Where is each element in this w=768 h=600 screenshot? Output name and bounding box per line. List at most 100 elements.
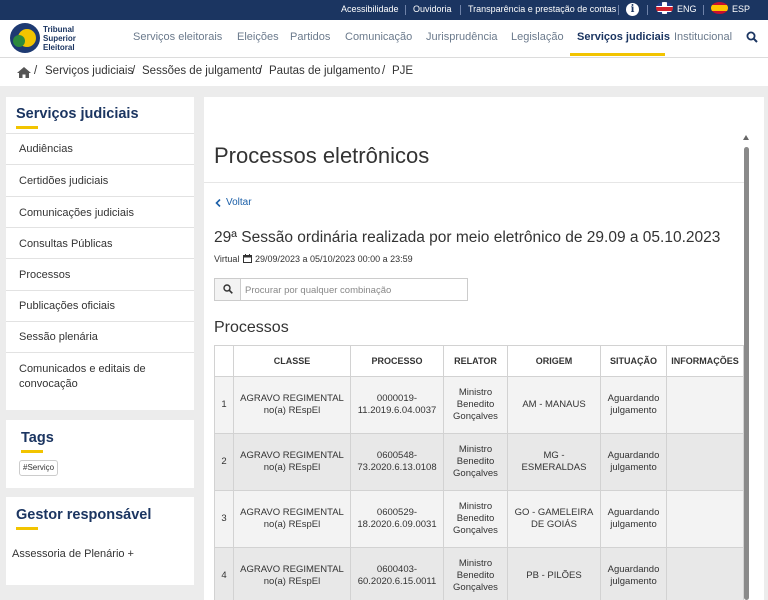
nav-item-servicos-judiciais[interactable]: Serviços judiciais (577, 31, 670, 43)
cell-informacoes (666, 433, 744, 491)
scroll-up-arrow[interactable] (743, 135, 749, 140)
link-ouvidoria[interactable]: Ouvidoria (413, 4, 452, 14)
table-header-row: CLASSE PROCESSO RELATOR ORIGEM SITUAÇÃO … (214, 345, 744, 377)
cell-situacao: Aguardando julgamento (600, 490, 667, 548)
nav-item-legislacao[interactable]: Legislação (511, 31, 564, 43)
cell-processo[interactable]: 0600548-73.2020.6.13.0108 (350, 433, 444, 491)
sidebar-title: Serviços judiciais (16, 106, 139, 122)
search-field[interactable] (214, 278, 468, 301)
cell-classe: AGRAVO REGIMENTAL no(a) REspEl (233, 376, 351, 434)
tse-logo-icon[interactable] (10, 23, 40, 53)
lang-en-link[interactable]: ENG (677, 4, 697, 14)
scrollbar-thumb[interactable] (744, 147, 749, 600)
nav-item-institucional[interactable]: Institucional (674, 31, 732, 43)
column-header-processo[interactable]: PROCESSO (350, 345, 444, 377)
link-acessibilidade[interactable]: Acessibilidade (341, 4, 399, 14)
logo-line: Eleitoral (43, 43, 75, 52)
home-icon[interactable] (17, 67, 31, 78)
sidebar-item-label: Comunicações judiciais (19, 207, 134, 219)
divider (618, 5, 619, 15)
tse-logo-text[interactable]: Tribunal Superior Eleitoral (43, 25, 76, 52)
cell-classe: AGRAVO REGIMENTAL no(a) REspEl (233, 547, 351, 600)
gestor-link[interactable]: Assessoria de Plenário + (12, 548, 134, 560)
cell-relator: Ministro Benedito Gonçalves (443, 547, 508, 600)
breadcrumb-item[interactable]: Sessões de julgamento (142, 65, 262, 77)
search-input[interactable] (245, 282, 460, 298)
nav-item-jurisprudencia[interactable]: Jurisprudência (426, 31, 498, 43)
sidebar-services: Serviços judiciais Audiências Certidões … (6, 97, 194, 410)
search-button[interactable] (215, 279, 241, 300)
tags-title: Tags (21, 430, 54, 446)
chevron-left-icon[interactable] (215, 199, 221, 207)
sidebar-item-publicacoes[interactable]: Publicações oficiais (6, 290, 194, 321)
cell-processo[interactable]: 0600529-18.2020.6.09.0031 (350, 490, 444, 548)
gestor-title: Gestor responsável (16, 507, 152, 523)
column-header-relator[interactable]: RELATOR (443, 345, 508, 377)
breadcrumb-separator: / (132, 65, 136, 77)
gestor-box: Gestor responsável Assessoria de Plenári… (6, 497, 194, 585)
section-title: Processos (214, 319, 289, 336)
sidebar-item-comunicados[interactable]: Comunicados e editais de convocação (6, 352, 194, 400)
cell-origem: AM - MANAUS (507, 376, 601, 434)
divider (647, 5, 648, 15)
sidebar-item-audiencias[interactable]: Audiências (6, 133, 194, 164)
cell-situacao: Aguardando julgamento (600, 376, 667, 434)
column-header-origem[interactable]: ORIGEM (507, 345, 601, 377)
divider (204, 182, 744, 183)
sidebar-item-label: Audiências (19, 143, 73, 155)
title-accent (16, 527, 38, 530)
back-link[interactable]: Voltar (226, 197, 252, 208)
link-transparencia[interactable]: Transparência e prestação de contas (468, 4, 616, 14)
lang-es-link[interactable]: ESP (732, 4, 750, 14)
cell-situacao: Aguardando julgamento (600, 547, 667, 600)
session-type: Virtual (214, 254, 240, 264)
table-row[interactable]: 1 AGRAVO REGIMENTAL no(a) REspEl 0000019… (214, 376, 744, 434)
breadcrumb-item[interactable]: Serviços judiciais (45, 65, 133, 77)
sidebar-item-consultas[interactable]: Consultas Públicas (6, 227, 194, 258)
cell-informacoes (666, 376, 744, 434)
sidebar-item-label: Sessão plenária (19, 331, 98, 343)
breadcrumb-item[interactable]: Pautas de julgamento (269, 65, 380, 77)
table-row[interactable]: 4 AGRAVO REGIMENTAL no(a) REspEl 0600403… (214, 547, 744, 600)
column-header-classe[interactable]: CLASSE (233, 345, 351, 377)
nav-item-servicos-eleitorais[interactable]: Serviços eleitorais (133, 31, 222, 43)
sidebar-item-comunicacoes[interactable]: Comunicações judiciais (6, 196, 194, 227)
row-number: 3 (214, 490, 234, 548)
tag-servico[interactable]: #Serviço (19, 460, 59, 476)
cell-processo[interactable]: 0000019-11.2019.6.04.0037 (350, 376, 444, 434)
breadcrumb-separator: / (34, 65, 38, 77)
search-icon (223, 284, 233, 294)
sidebar-item-sessao-plenaria[interactable]: Sessão plenária (6, 321, 194, 352)
cell-relator: Ministro Benedito Gonçalves (443, 490, 508, 548)
session-title: 29ª Sessão ordinária realizada por meio … (214, 229, 721, 246)
cell-relator: Ministro Benedito Gonçalves (443, 376, 508, 434)
processos-table: CLASSE PROCESSO RELATOR ORIGEM SITUAÇÃO … (214, 345, 744, 600)
main-content: Processos eletrônicos Voltar 29ª Sessão … (204, 97, 764, 600)
divider (460, 5, 461, 15)
session-dates: 29/09/2023 a 05/10/2023 00:00 a 23:59 (255, 254, 413, 264)
cell-origem: GO - GAMELEIRA DE GOIÁS (507, 490, 601, 548)
row-number: 4 (214, 547, 234, 600)
cell-processo[interactable]: 0600403-60.2020.6.15.0011 (350, 547, 444, 600)
sidebar-item-certidoes[interactable]: Certidões judiciais (6, 164, 194, 196)
cell-origem: MG - ESMERALDAS (507, 433, 601, 491)
sidebar-item-processos[interactable]: Processos (6, 258, 194, 290)
sidebar-item-label: Comunicados e editais de convocação (19, 363, 146, 390)
table-row[interactable]: 2 AGRAVO REGIMENTAL no(a) REspEl 0600548… (214, 433, 744, 491)
main-nav: Tribunal Superior Eleitoral Serviços ele… (0, 20, 768, 58)
nav-item-partidos[interactable]: Partidos (290, 31, 330, 43)
nav-item-eleicoes[interactable]: Eleições (237, 31, 279, 43)
cell-relator: Ministro Benedito Gonçalves (443, 433, 508, 491)
info-icon[interactable]: i (626, 3, 639, 16)
search-icon[interactable] (746, 31, 758, 43)
nav-item-comunicacao[interactable]: Comunicação (345, 31, 412, 43)
sidebar-item-label: Publicações oficiais (19, 300, 115, 312)
column-header-situacao[interactable]: SITUAÇÃO (600, 345, 667, 377)
cell-classe: AGRAVO REGIMENTAL no(a) REspEl (233, 433, 351, 491)
flag-uk-icon[interactable] (656, 2, 673, 14)
column-header-informacoes[interactable]: INFORMAÇÕES (666, 345, 744, 377)
table-row[interactable]: 3 AGRAVO REGIMENTAL no(a) REspEl 0600529… (214, 490, 744, 548)
cell-informacoes (666, 547, 744, 600)
flag-es-icon[interactable] (711, 2, 728, 14)
active-nav-indicator (570, 53, 665, 56)
